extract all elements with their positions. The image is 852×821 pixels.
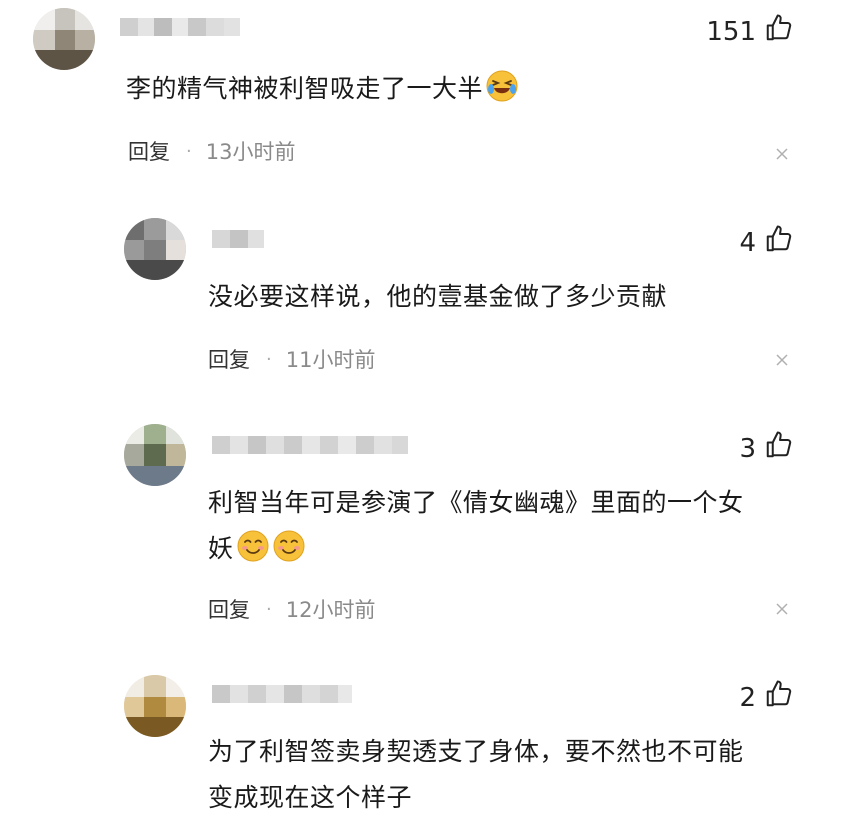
- comment-text-line: 为了利智签卖身契透支了身体，要不然也不可能: [208, 737, 744, 766]
- thumbs-up-icon: [764, 679, 794, 716]
- comment-item: 3 利智当年可是参演了《倩女幽魂》里面的一个女 妖 回复 · 12小时前: [0, 410, 852, 665]
- comment-text: 李的精气神被利智吸走了一大半: [126, 66, 519, 112]
- like-button[interactable]: 4: [739, 224, 794, 261]
- close-icon[interactable]: [775, 353, 789, 367]
- username-blurred[interactable]: [212, 685, 352, 703]
- timestamp: 13小时前: [205, 140, 296, 164]
- comment-text-line: 妖: [208, 526, 808, 572]
- separator-dot: ·: [266, 348, 272, 370]
- thumbs-up-icon: [764, 224, 794, 261]
- reply-button[interactable]: 回复: [208, 344, 250, 374]
- thumbs-up-icon: [764, 13, 794, 50]
- avatar[interactable]: [124, 675, 186, 737]
- username-blurred[interactable]: [120, 18, 240, 36]
- separator-dot: ·: [186, 140, 192, 162]
- timestamp: 11小时前: [285, 348, 376, 372]
- comment-text: 利智当年可是参演了《倩女幽魂》里面的一个女 妖: [208, 480, 808, 572]
- close-icon[interactable]: [775, 602, 789, 616]
- comment-meta: 回复 · 13小时前: [128, 136, 295, 166]
- close-icon[interactable]: [775, 147, 789, 161]
- like-count: 3: [739, 433, 756, 464]
- comment-item: 2 为了利智签卖身契透支了身体，要不然也不可能 变成现在这个样子: [0, 665, 852, 820]
- like-count: 151: [706, 16, 756, 47]
- username-blurred[interactable]: [212, 436, 408, 454]
- comment-meta: 回复 · 12小时前: [208, 594, 375, 624]
- avatar[interactable]: [124, 218, 186, 280]
- reply-button[interactable]: 回复: [128, 136, 170, 166]
- like-button[interactable]: 2: [739, 679, 794, 716]
- smile-emoji: [272, 529, 306, 563]
- separator-dot: ·: [266, 598, 272, 620]
- avatar[interactable]: [33, 8, 95, 70]
- comment-text-line: 利智当年可是参演了《倩女幽魂》里面的一个女: [208, 488, 744, 517]
- timestamp: 12小时前: [285, 598, 376, 622]
- like-button[interactable]: 3: [739, 430, 794, 467]
- comment-meta: 回复 · 11小时前: [208, 344, 375, 374]
- laughing-crying-emoji: [485, 69, 519, 103]
- like-button[interactable]: 151: [706, 13, 794, 50]
- comment-text-line: 变成现在这个样子: [208, 783, 413, 812]
- avatar[interactable]: [124, 424, 186, 486]
- comment-text: 为了利智签卖身契透支了身体，要不然也不可能 变成现在这个样子: [208, 729, 808, 821]
- reply-button[interactable]: 回复: [208, 594, 250, 624]
- thumbs-up-icon: [764, 430, 794, 467]
- username-blurred[interactable]: [212, 230, 264, 248]
- like-count: 4: [739, 227, 756, 258]
- comment-item: 4 没必要这样说，他的壹基金做了多少贡献 回复 · 11小时前: [0, 200, 852, 410]
- smile-emoji: [236, 529, 270, 563]
- comment-text: 没必要这样说，他的壹基金做了多少贡献: [208, 282, 668, 311]
- comment-item: 151 李的精气神被利智吸走了一大半 回复 · 13小时前: [0, 0, 852, 200]
- like-count: 2: [739, 682, 756, 713]
